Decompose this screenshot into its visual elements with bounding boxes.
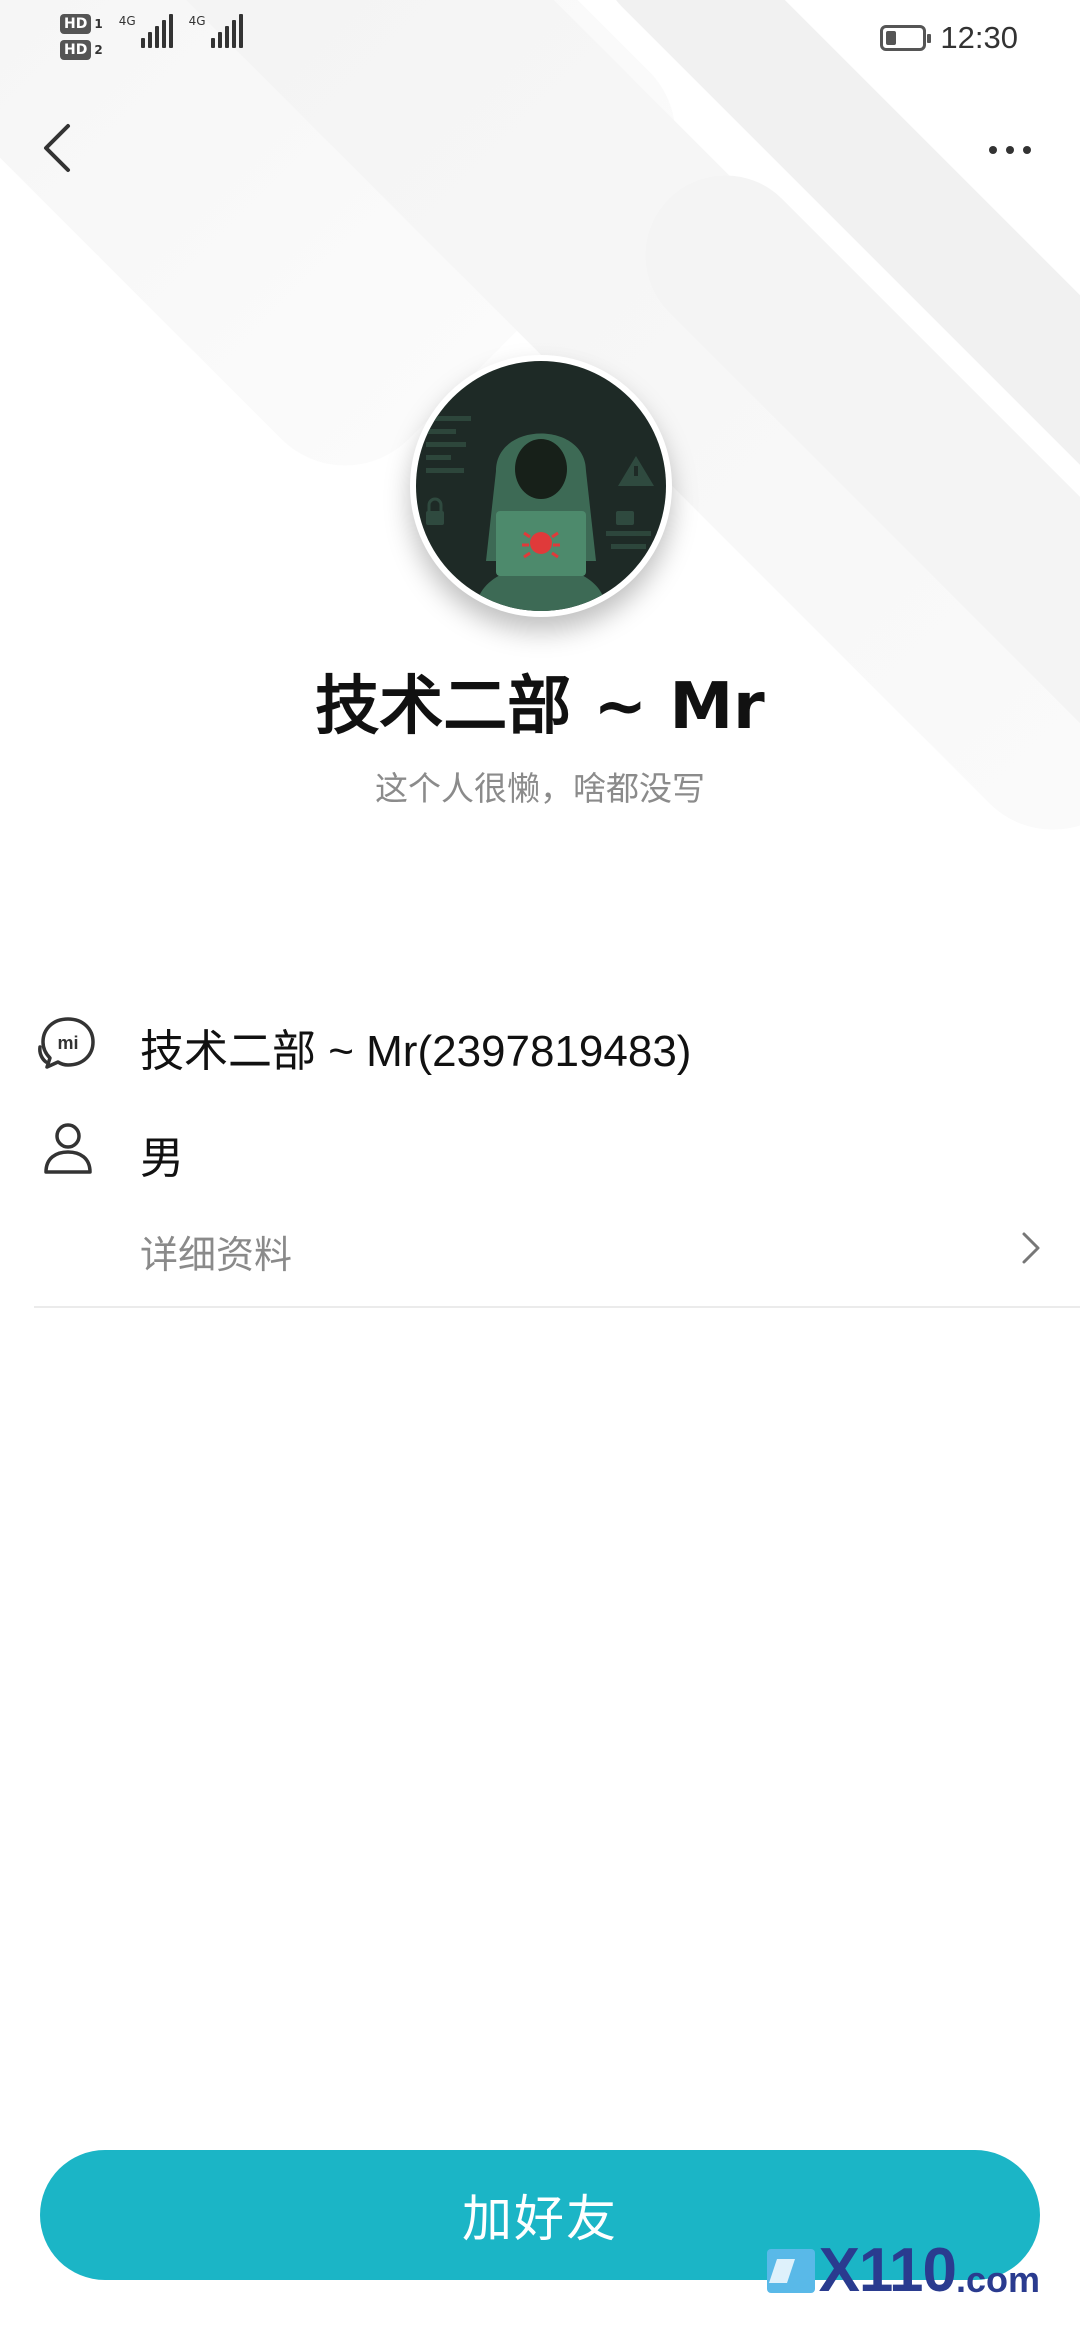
network-type: 4G [118,14,136,28]
more-dot [1006,146,1014,154]
signal-strength-icon: 4G [189,14,243,48]
more-dot [1023,146,1031,154]
profile-name: 技术二部 ~ Mr [315,670,765,744]
watermark-logo-icon [766,2248,815,2293]
account-row: mi 技术二部 ~ Mr(2397819483) [0,1005,1080,1085]
hd-label: HD [60,14,92,34]
network-type: 4G [188,14,206,28]
sim1-hd-badge: HD 1 [60,14,103,34]
watermark: X110 .com [765,2235,1040,2306]
clock: 12:30 [940,20,1018,55]
sim-number: 1 [94,17,103,31]
details-row[interactable]: 详细资料 [0,1210,1080,1290]
signal-strength-icon: 4G [119,14,173,48]
avatar[interactable] [410,355,672,617]
status-bar: HD 1 HD 2 4G 4G 12:30 [0,0,1080,80]
battery-level [886,31,897,45]
more-horizontal-icon [989,146,997,154]
avatar-image [416,361,666,611]
more-options-button[interactable] [970,120,1050,180]
person-icon [44,1123,92,1174]
chevron-right-icon [1022,1232,1040,1264]
hd-label: HD [60,40,92,60]
account-text: 技术二部 ~ Mr(2397819483) [140,1027,692,1076]
profile-bio: 这个人很懒，啥都没写 [375,769,705,808]
details-label: 详细资料 [140,1235,293,1277]
svg-text:mi: mi [57,1033,78,1053]
watermark-domain: .com [955,2258,1040,2300]
chevron-left-icon [44,124,70,172]
sim2-hd-badge: HD 2 [60,40,103,60]
mi-chat-icon: mi [38,1017,95,1069]
battery-icon [880,25,932,51]
gender-row: 男 [0,1110,1080,1190]
watermark-text: X110 [818,2236,957,2305]
back-button[interactable] [34,118,94,178]
divider [34,1306,1080,1308]
gender-text: 男 [140,1134,184,1183]
signal-indicators: HD 1 HD 2 4G 4G [60,14,243,60]
sim-number: 2 [94,43,103,57]
